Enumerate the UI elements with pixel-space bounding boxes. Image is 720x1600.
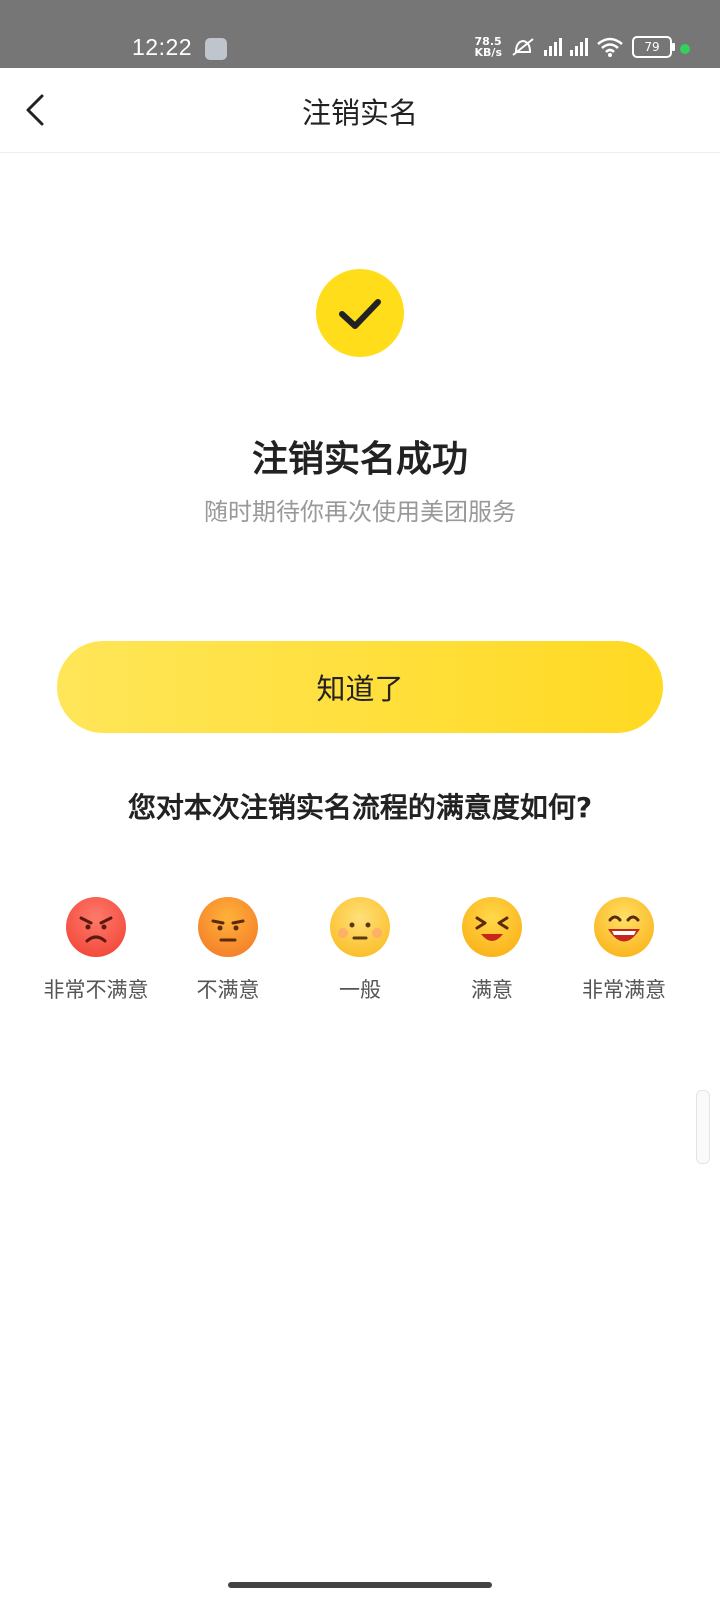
page-title: 注销实名 bbox=[301, 96, 418, 130]
rating-option-satisfied[interactable]: 满意 bbox=[426, 896, 558, 1004]
rating-option-very-dissatisfied[interactable]: 非常不满意 bbox=[30, 896, 162, 1004]
status-time: 12:22 bbox=[132, 34, 193, 60]
rating-option-dissatisfied[interactable]: 不满意 bbox=[162, 896, 294, 1004]
rating-label: 不满意 bbox=[196, 978, 260, 1002]
rating-label: 非常不满意 bbox=[43, 978, 149, 1002]
home-indicator[interactable] bbox=[228, 1582, 492, 1588]
success-check-icon bbox=[316, 269, 404, 357]
happy-face-icon bbox=[462, 897, 522, 957]
privacy-indicator-dot bbox=[680, 44, 690, 54]
rating-label: 一般 bbox=[339, 978, 381, 1002]
very-happy-face-icon bbox=[594, 897, 654, 957]
network-speed-unit: KB/s bbox=[474, 46, 502, 59]
status-bar: 12:22 78.5 KB/s 79 bbox=[0, 0, 720, 68]
survey-question: 您对本次注销实名流程的满意度如何? bbox=[127, 791, 593, 824]
wrench-icon bbox=[205, 38, 227, 60]
scroll-indicator[interactable] bbox=[696, 1090, 710, 1164]
signal-icon-2 bbox=[570, 38, 588, 56]
result-title: 注销实名成功 bbox=[251, 439, 468, 480]
confirm-button[interactable]: 知道了 bbox=[57, 641, 663, 733]
mute-icon bbox=[512, 38, 534, 56]
neutral-face-icon bbox=[330, 897, 390, 957]
nav-bar: 注销实名 bbox=[0, 68, 720, 153]
rating-options: 非常不满意 不满意 一般 满意 非常满意 bbox=[30, 896, 690, 1004]
rating-label: 非常满意 bbox=[582, 978, 666, 1002]
wifi-icon bbox=[597, 37, 623, 57]
very-angry-face-icon bbox=[66, 897, 126, 957]
rating-option-neutral[interactable]: 一般 bbox=[294, 896, 426, 1004]
network-speed: 78.5 KB/s bbox=[475, 36, 502, 58]
result-subtitle: 随时期待你再次使用美团服务 bbox=[204, 498, 516, 526]
signal-icon bbox=[544, 38, 562, 56]
status-icons: 78.5 KB/s 79 bbox=[475, 36, 675, 58]
rating-label: 满意 bbox=[471, 978, 513, 1002]
rating-option-very-satisfied[interactable]: 非常满意 bbox=[558, 896, 690, 1004]
battery-icon: 79 bbox=[632, 36, 675, 58]
angry-face-icon bbox=[198, 897, 258, 957]
